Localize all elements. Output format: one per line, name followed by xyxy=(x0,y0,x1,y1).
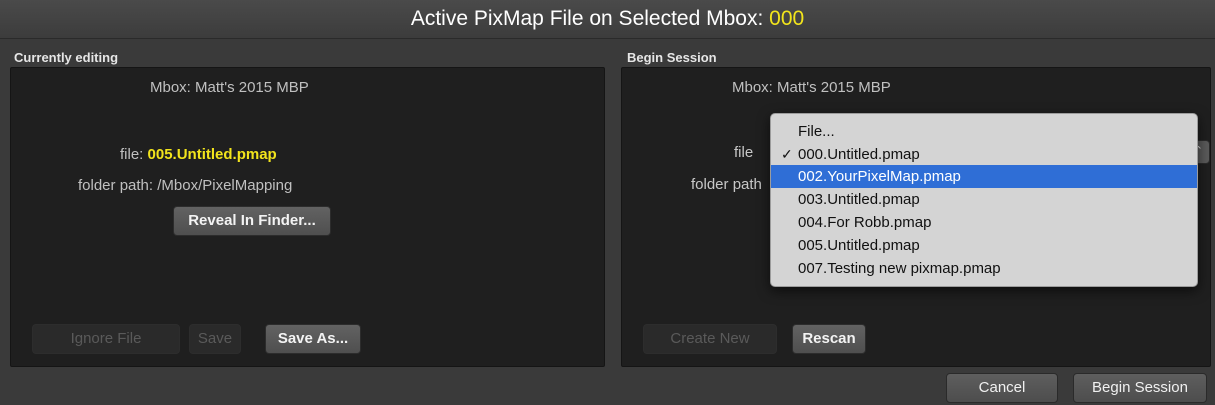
option-label: 007.Testing new pixmap.pmap xyxy=(798,260,1001,277)
left-folder-row: folder path: /Mbox/PixelMapping xyxy=(78,177,292,194)
file-dropdown-menu: File... ✓ 000.Untitled.pmap 002.YourPixe… xyxy=(770,113,1198,287)
mbox-value: Matt's 2015 MBP xyxy=(777,79,891,96)
ignore-file-button[interactable]: Ignore File xyxy=(32,324,180,354)
cancel-button[interactable]: Cancel xyxy=(946,373,1058,403)
folder-path-value: /Mbox/PixelMapping xyxy=(157,177,293,194)
dropdown-option-002[interactable]: 002.YourPixelMap.pmap xyxy=(771,165,1197,188)
right-folder-path-label: folder path xyxy=(691,176,762,193)
reveal-in-finder-button[interactable]: Reveal In Finder... xyxy=(173,206,331,236)
option-label: 003.Untitled.pmap xyxy=(798,191,920,208)
dropdown-option-007[interactable]: 007.Testing new pixmap.pmap xyxy=(771,257,1197,280)
create-new-button[interactable]: Create New xyxy=(643,324,777,354)
mbox-value: Matt's 2015 MBP xyxy=(195,79,309,96)
begin-session-label: Begin Session xyxy=(627,50,717,65)
dropdown-option-003[interactable]: 003.Untitled.pmap xyxy=(771,188,1197,211)
option-label: 000.Untitled.pmap xyxy=(798,146,920,163)
checkmark-icon: ✓ xyxy=(781,146,793,162)
right-mbox-row: Mbox: Matt's 2015 MBP xyxy=(732,79,891,96)
window-title: Active PixMap File on Selected Mbox: 000 xyxy=(0,0,1215,39)
save-button[interactable]: Save xyxy=(189,324,241,354)
dropdown-option-005[interactable]: 005.Untitled.pmap xyxy=(771,234,1197,257)
begin-session-button[interactable]: Begin Session xyxy=(1073,373,1207,403)
mbox-label: Mbox: xyxy=(732,79,773,96)
dropdown-option-004[interactable]: 004.For Robb.pmap xyxy=(771,211,1197,234)
dropdown-option-file[interactable]: File... xyxy=(771,120,1197,143)
rescan-button[interactable]: Rescan xyxy=(792,324,866,354)
option-label: 004.For Robb.pmap xyxy=(798,214,932,231)
file-value: 005.Untitled.pmap xyxy=(147,146,277,163)
left-file-row: file: 005.Untitled.pmap xyxy=(120,146,277,163)
folder-path-label: folder path: xyxy=(78,177,154,194)
mbox-label: Mbox: xyxy=(150,79,191,96)
window-title-mbox-number: 000 xyxy=(769,7,805,30)
currently-editing-label: Currently editing xyxy=(14,50,119,65)
left-mbox-row: Mbox: Matt's 2015 MBP xyxy=(150,79,309,96)
option-label: 002.YourPixelMap.pmap xyxy=(798,168,961,185)
option-label: File... xyxy=(798,123,835,140)
option-label: 005.Untitled.pmap xyxy=(798,237,920,254)
right-file-label: file xyxy=(734,144,754,161)
save-as-button[interactable]: Save As... xyxy=(265,324,361,354)
dropdown-option-000[interactable]: ✓ 000.Untitled.pmap xyxy=(771,143,1197,166)
window-title-text: Active PixMap File on Selected Mbox: xyxy=(410,7,770,30)
file-label: file: xyxy=(120,146,144,163)
